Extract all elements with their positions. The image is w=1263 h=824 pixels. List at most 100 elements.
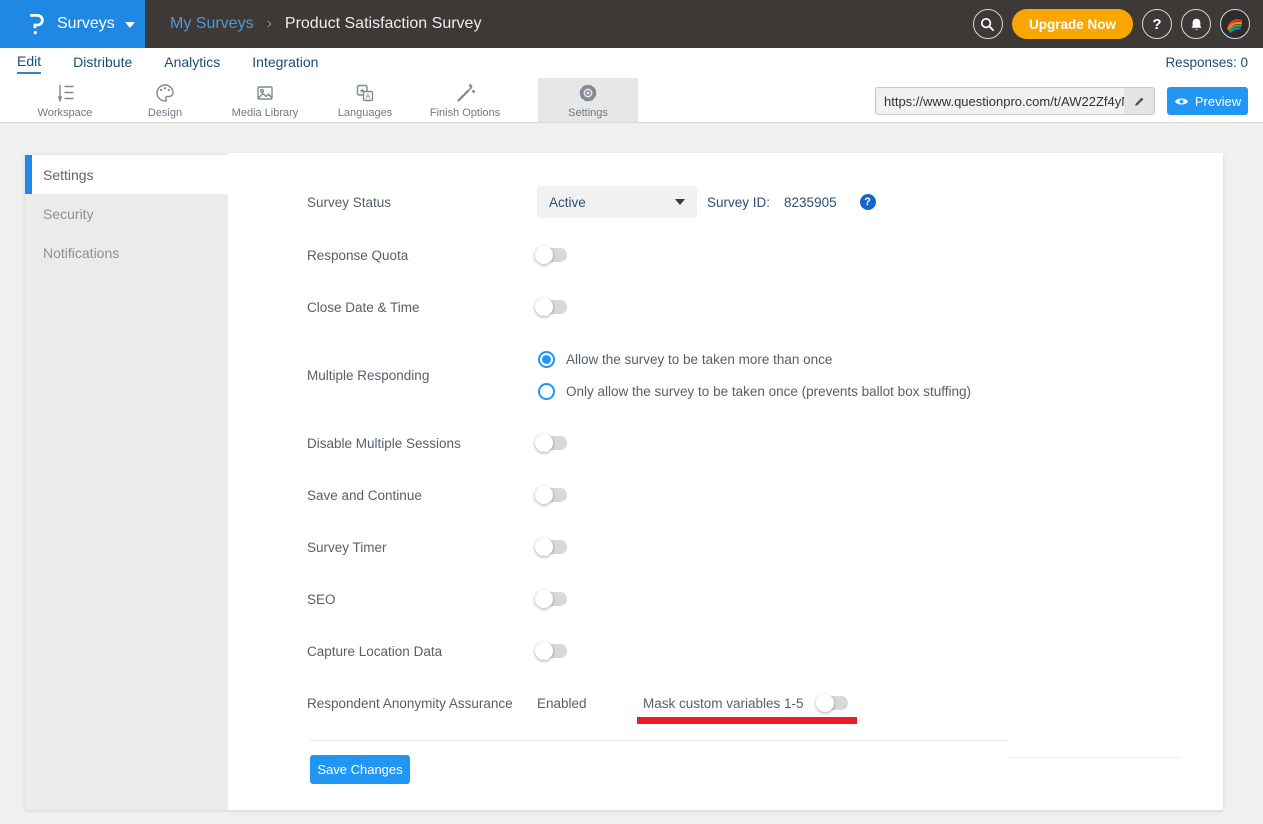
breadcrumb-separator: › (267, 15, 272, 33)
workspace-icon (54, 82, 76, 104)
radio-option-2-label: Only allow the survey to be taken once (… (566, 384, 971, 399)
toolbar-media-library-label: Media Library (232, 107, 299, 119)
tab-analytics[interactable]: Analytics (164, 54, 220, 73)
chevron-down-icon (675, 199, 685, 205)
survey-url-value[interactable]: https://www.questionpro.com/t/AW22Zf4yN (876, 94, 1124, 109)
radio-option-only-once[interactable]: Only allow the survey to be taken once (… (538, 381, 971, 401)
survey-status-row: Survey Status Active Survey ID: 8235905 … (307, 186, 876, 218)
radio-option-1-label: Allow the survey to be taken more than o… (566, 352, 832, 367)
toolbar-workspace[interactable]: Workspace (15, 78, 115, 122)
questionpro-app: Surveys My Surveys › Product Satisfactio… (0, 0, 1263, 824)
capture-location-data-row: Capture Location Data (307, 641, 567, 661)
magic-wand-icon (454, 82, 476, 104)
sidebar-item-notifications[interactable]: Notifications (25, 233, 228, 272)
toolbar-items: Workspace Design Media Library ★A Langua… (15, 78, 638, 122)
survey-timer-row: Survey Timer (307, 537, 567, 557)
survey-id-help-icon[interactable]: ? (860, 194, 876, 210)
questionpro-logo-icon (26, 11, 46, 37)
toggle-knob (535, 642, 553, 660)
toolbar-design-label: Design (148, 107, 182, 119)
svg-text:A: A (365, 91, 370, 100)
product-name: Surveys (57, 15, 115, 33)
page-title: Product Satisfaction Survey (285, 15, 482, 33)
multiple-responding-label: Multiple Responding (307, 368, 537, 383)
save-and-continue-label: Save and Continue (307, 488, 537, 503)
toggle-knob (816, 694, 834, 712)
eye-icon (1174, 96, 1189, 107)
save-and-continue-row: Save and Continue (307, 485, 567, 505)
toolbar-design[interactable]: Design (115, 78, 215, 122)
multiple-responding-row: Multiple Responding (307, 365, 537, 385)
sidebar-item-security[interactable]: Security (25, 194, 228, 233)
survey-status-label: Survey Status (307, 195, 537, 210)
save-changes-button[interactable]: Save Changes (310, 755, 410, 784)
radio-selected-icon (538, 351, 555, 368)
sidebar-notifications-label: Notifications (43, 245, 119, 261)
breadcrumb-my-surveys[interactable]: My Surveys (170, 15, 254, 33)
response-quota-label: Response Quota (307, 248, 537, 263)
seo-toggle[interactable] (537, 592, 567, 606)
tab-integration[interactable]: Integration (252, 54, 318, 73)
bell-icon (1189, 17, 1204, 32)
translate-icon: ★A (354, 82, 376, 104)
app-header: Surveys My Surveys › Product Satisfactio… (0, 0, 1263, 48)
sidebar-item-settings[interactable]: Settings (25, 155, 228, 194)
capture-location-data-toggle[interactable] (537, 644, 567, 658)
pencil-icon (1133, 95, 1146, 108)
toggle-knob (535, 298, 553, 316)
avatar-swoosh-icon (1223, 12, 1247, 36)
seo-row: SEO (307, 589, 567, 609)
toolbar-finish-options[interactable]: Finish Options (415, 78, 515, 122)
radio-option-more-than-once[interactable]: Allow the survey to be taken more than o… (538, 349, 832, 369)
survey-status-dropdown[interactable]: Active (537, 186, 697, 218)
radio-unselected-icon (538, 383, 555, 400)
survey-timer-label: Survey Timer (307, 540, 537, 555)
survey-url-field[interactable]: https://www.questionpro.com/t/AW22Zf4yN (875, 87, 1155, 115)
help-button[interactable]: ? (1142, 9, 1172, 39)
toolbar-finish-options-label: Finish Options (430, 107, 500, 119)
tab-edit[interactable]: Edit (17, 53, 41, 74)
red-annotation-underline (637, 717, 857, 724)
toolbar-settings[interactable]: Settings (538, 78, 638, 122)
notifications-button[interactable] (1181, 9, 1211, 39)
chevron-down-icon (125, 22, 135, 28)
toolbar-settings-label: Settings (568, 107, 608, 119)
disable-multiple-sessions-label: Disable Multiple Sessions (307, 436, 537, 451)
palette-icon (154, 82, 176, 104)
close-date-time-toggle[interactable] (537, 300, 567, 314)
toggle-knob (535, 246, 553, 264)
product-switcher[interactable]: Surveys (0, 0, 145, 48)
search-button[interactable] (973, 9, 1003, 39)
toolbar-languages-label: Languages (338, 107, 392, 119)
response-quota-row: Response Quota (307, 245, 567, 265)
toolbar-workspace-label: Workspace (38, 107, 93, 119)
responses-count[interactable]: Responses: 0 (1165, 55, 1248, 70)
save-and-continue-toggle[interactable] (537, 488, 567, 502)
mask-custom-variables-toggle[interactable] (818, 696, 848, 710)
question-mark-icon: ? (1152, 16, 1161, 33)
toggle-knob (535, 434, 553, 452)
avatar[interactable] (1220, 9, 1250, 39)
response-quota-toggle[interactable] (537, 248, 567, 262)
section-nav: Edit Distribute Analytics Integration Re… (0, 48, 1263, 78)
respondent-anonymity-label: Respondent Anonymity Assurance (307, 696, 537, 711)
survey-timer-toggle[interactable] (537, 540, 567, 554)
breadcrumb: My Surveys › Product Satisfaction Survey (170, 0, 481, 48)
edit-toolbar: Workspace Design Media Library ★A Langua… (0, 78, 1263, 123)
tab-distribute[interactable]: Distribute (73, 54, 132, 73)
disable-multiple-sessions-toggle[interactable] (537, 436, 567, 450)
toolbar-languages[interactable]: ★A Languages (315, 78, 415, 122)
gear-icon (577, 82, 599, 104)
edit-url-button[interactable] (1124, 88, 1154, 114)
upgrade-now-button[interactable]: Upgrade Now (1012, 9, 1133, 39)
settings-sidebar: Settings Security Notifications (25, 153, 228, 810)
mask-custom-variables-label: Mask custom variables 1-5 (643, 696, 805, 711)
close-date-time-label: Close Date & Time (307, 300, 537, 315)
toolbar-media-library[interactable]: Media Library (215, 78, 315, 122)
preview-button[interactable]: Preview (1167, 87, 1248, 115)
seo-label: SEO (307, 592, 537, 607)
settings-panel: Settings Security Notifications Survey S… (25, 153, 1223, 810)
toggle-knob (535, 590, 553, 608)
disable-multiple-sessions-row: Disable Multiple Sessions (307, 433, 567, 453)
respondent-anonymity-row: Respondent Anonymity Assurance Enabled M… (307, 693, 848, 713)
